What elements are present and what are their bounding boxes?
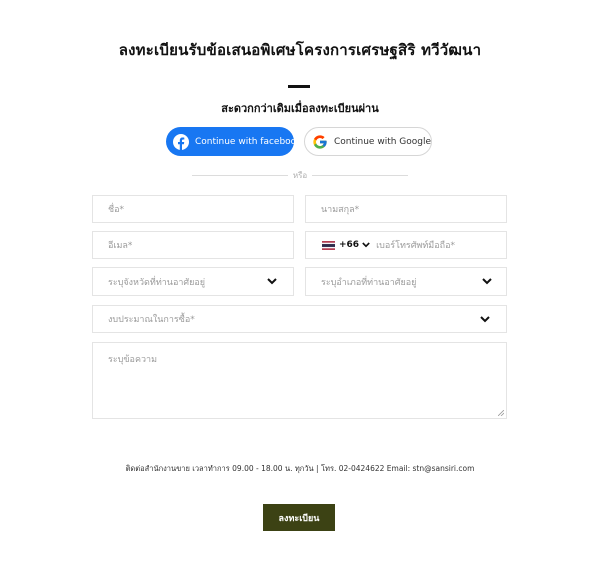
google-icon — [313, 134, 327, 149]
district-select[interactable]: ระบุอำเภอที่ท่านอาศัยอยู่ — [305, 267, 507, 296]
email-field[interactable]: อีเมล* — [92, 231, 294, 259]
last-name-field[interactable]: นามสกุล* — [305, 195, 507, 223]
facebook-icon — [173, 133, 189, 150]
contact-info: ติดต่อสำนักงานขาย เวลาทำการ 09.00 - 18.0… — [125, 464, 475, 473]
divider-line-right — [312, 175, 408, 176]
last-name-placeholder: นามสกุล* — [321, 205, 360, 215]
first-name-placeholder: ชื่อ* — [108, 205, 125, 215]
phone-placeholder: เบอร์โทรศัพท์มือถือ* — [376, 241, 455, 251]
chevron-down-icon — [482, 278, 492, 285]
email-placeholder: อีเมล* — [108, 241, 133, 251]
message-textarea[interactable]: ระบุข้อความ — [92, 342, 507, 419]
facebook-login-button[interactable]: Continue with facebook — [166, 127, 301, 156]
message-placeholder: ระบุข้อความ — [108, 355, 157, 365]
first-name-field[interactable]: ชื่อ* — [92, 195, 294, 223]
province-placeholder: ระบุจังหวัดที่ท่านอาศัยอยู่ — [108, 277, 206, 288]
google-login-label: Continue with Google — [334, 136, 432, 147]
google-login-button[interactable]: Continue with Google — [304, 127, 432, 156]
chevron-down-icon — [267, 278, 277, 285]
chevron-down-icon — [480, 315, 490, 322]
dial-code[interactable]: +66 — [339, 240, 359, 250]
province-select[interactable]: ระบุจังหวัดที่ท่านอาศัยอยู่ — [92, 267, 294, 296]
social-login-subtitle: สะดวกกว่าเดิมเมื่อลงทะเบียนผ่าน — [221, 102, 379, 115]
or-divider-label: หรือ — [292, 171, 308, 180]
register-button[interactable]: ลงทะเบียน — [263, 504, 335, 531]
chevron-down-icon[interactable] — [362, 242, 370, 248]
title-underline — [288, 85, 310, 88]
district-placeholder: ระบุอำเภอที่ท่านอาศัยอยู่ — [321, 277, 417, 288]
page-title: ลงทะเบียนรับข้อเสนอพิเศษโครงการเศรษฐสิริ… — [118, 41, 482, 59]
resize-handle-icon[interactable] — [498, 410, 504, 416]
phone-field[interactable]: +66 เบอร์โทรศัพท์มือถือ* — [305, 231, 507, 259]
budget-placeholder: งบประมาณในการซื้อ* — [108, 315, 195, 325]
thailand-flag-icon[interactable] — [322, 240, 335, 250]
facebook-login-label: Continue with facebook — [195, 136, 302, 147]
budget-select[interactable]: งบประมาณในการซื้อ* — [92, 305, 507, 333]
divider-line-left — [192, 175, 288, 176]
